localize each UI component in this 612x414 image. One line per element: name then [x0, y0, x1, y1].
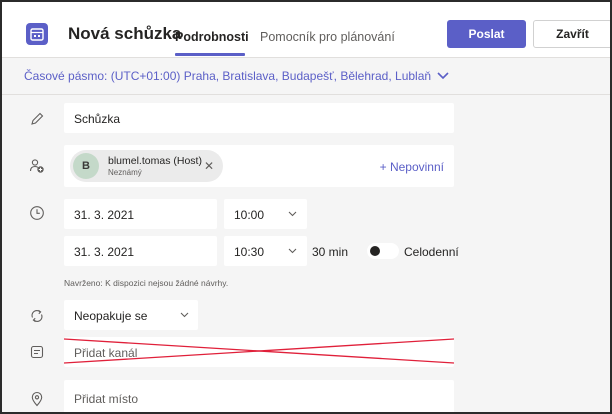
start-date-value: 31. 3. 2021	[74, 208, 135, 222]
meeting-window: Nová schůzka Podrobnosti Pomocník pro pl…	[0, 0, 612, 414]
attendee-name: blumel.tomas (Host)	[108, 155, 202, 167]
chevron-down-icon	[437, 72, 449, 80]
title-value: Schůzka	[74, 112, 121, 126]
optional-attendees-link[interactable]: + Nepovinní	[380, 160, 444, 174]
clock-icon	[30, 206, 44, 220]
calendar-icon	[26, 23, 48, 45]
location-icon	[31, 392, 43, 407]
chevron-down-icon	[288, 248, 297, 254]
pencil-icon	[31, 112, 44, 125]
divider	[2, 94, 610, 95]
end-date-field[interactable]: 31. 3. 2021	[64, 236, 217, 266]
end-time-field[interactable]: 10:30	[224, 236, 307, 266]
remove-attendee-icon[interactable]: ✕	[204, 159, 214, 173]
timezone-label: Časové pásmo: (UTC+01:00) Praha, Bratisl…	[24, 69, 432, 83]
timezone-selector[interactable]: Časové pásmo: (UTC+01:00) Praha, Bratisl…	[24, 69, 449, 83]
chevron-down-icon	[180, 312, 189, 318]
end-date-value: 31. 3. 2021	[74, 245, 135, 259]
page-title: Nová schůzka	[68, 24, 182, 43]
toggle-knob	[370, 246, 380, 256]
repeat-value: Neopakuje se	[74, 309, 148, 323]
avatar: B	[73, 153, 99, 179]
repeat-dropdown[interactable]: Neopakuje se	[64, 300, 198, 330]
location-placeholder: Přidat místo	[74, 392, 139, 406]
attendee-status: Neznámý	[108, 168, 142, 177]
suggestion-text: Navrženo: K dispozici nejsou žádné návrh…	[64, 278, 229, 288]
start-time-value: 10:00	[234, 208, 265, 222]
tab-active-indicator	[175, 53, 245, 56]
attendee-chip[interactable]: B blumel.tomas (Host) Neznámý ✕	[70, 150, 223, 182]
add-people-icon	[29, 159, 44, 173]
location-field[interactable]: Přidat místo	[64, 380, 454, 412]
start-date-field[interactable]: 31. 3. 2021	[64, 199, 217, 229]
duration-label: 30 min	[312, 245, 349, 259]
send-button[interactable]: Poslat	[447, 20, 526, 48]
allday-toggle[interactable]	[367, 243, 399, 259]
channel-icon	[30, 345, 44, 359]
title-field[interactable]: Schůzka	[64, 103, 454, 133]
tab-scheduling-assistant[interactable]: Pomocník pro plánování	[260, 30, 395, 44]
start-time-field[interactable]: 10:00	[224, 199, 307, 229]
chevron-down-icon	[288, 211, 297, 217]
header-bar: Nová schůzka Podrobnosti Pomocník pro pl…	[2, 2, 610, 58]
repeat-icon	[31, 309, 43, 323]
red-cross-annotation	[64, 338, 454, 364]
allday-label: Celodenní	[404, 245, 459, 259]
close-button[interactable]: Zavřít	[533, 20, 610, 48]
end-time-value: 10:30	[234, 245, 265, 259]
tab-details[interactable]: Podrobnosti	[175, 30, 249, 44]
